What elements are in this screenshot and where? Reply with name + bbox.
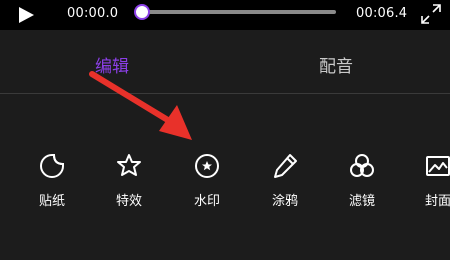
- tool-watermark[interactable]: 水印: [176, 150, 236, 210]
- play-icon[interactable]: [16, 5, 36, 25]
- watermark-icon: [195, 154, 219, 178]
- filter-circles-icon: [350, 154, 374, 177]
- divider: [0, 93, 450, 94]
- progress-track[interactable]: [140, 10, 336, 14]
- effects-star-icon: [117, 154, 141, 176]
- fullscreen-icon[interactable]: [420, 3, 442, 25]
- sticker-icon: [40, 154, 64, 178]
- tab-dubbing[interactable]: 配音: [296, 52, 376, 77]
- tool-doodle[interactable]: 涂鸦: [254, 150, 314, 210]
- tool-label: 涂鸦: [271, 194, 298, 209]
- tool-label: 滤镜: [348, 194, 375, 209]
- tool-filter[interactable]: 滤镜: [331, 150, 391, 210]
- tool-label: 特效: [115, 194, 142, 209]
- tab-edit[interactable]: 编辑: [72, 52, 152, 77]
- tool-label: 水印: [193, 194, 220, 209]
- progress-knob[interactable]: [134, 4, 150, 20]
- tool-row: 贴纸 特效 水印 涂鸦 滤镜 封面: [0, 150, 450, 210]
- player-bar: 00:00.0 00:06.4: [0, 0, 450, 30]
- cover-image-icon: [426, 156, 450, 176]
- current-time: 00:00.0: [67, 6, 119, 21]
- tool-cover[interactable]: 封面: [407, 150, 450, 210]
- tool-effects[interactable]: 特效: [98, 150, 158, 210]
- total-time: 00:06.4: [356, 6, 408, 21]
- tool-label: 封面: [424, 194, 450, 209]
- pencil-icon: [274, 154, 297, 178]
- tool-sticker[interactable]: 贴纸: [21, 150, 81, 210]
- tab-bar: 编辑 配音: [0, 30, 450, 94]
- tool-label: 贴纸: [38, 194, 65, 209]
